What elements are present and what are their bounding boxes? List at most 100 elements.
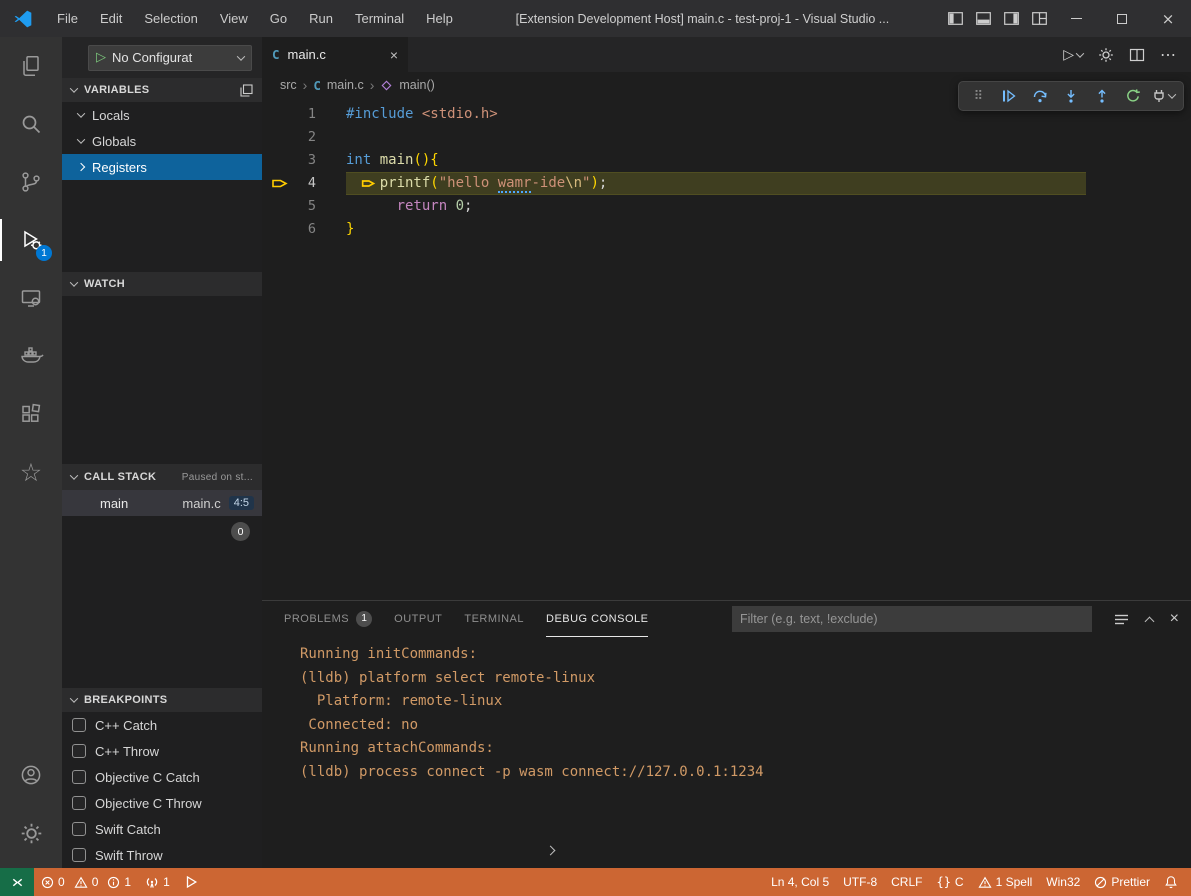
symbol-method-icon (380, 79, 393, 92)
menu-terminal[interactable]: Terminal (344, 0, 415, 37)
breakpoint-checkbox[interactable] (72, 744, 86, 758)
chevron-right-icon (77, 163, 85, 171)
breakpoints-section-header[interactable]: BREAKPOINTS (62, 688, 262, 712)
problems-indicator[interactable]: 0 0 1 (34, 868, 138, 896)
configure-button[interactable] (1098, 47, 1114, 63)
language-mode[interactable]: {} C (929, 868, 970, 896)
more-actions-button[interactable]: ⋯ (1160, 45, 1177, 65)
menu-bar: FileEditSelectionViewGoRunTerminalHelp (46, 0, 464, 37)
activity-favorites[interactable]: ☆ (0, 443, 62, 501)
menu-help[interactable]: Help (415, 0, 464, 37)
toggle-secondary-sidebar-icon[interactable] (997, 0, 1025, 37)
activity-run-and-debug[interactable]: 1 (0, 211, 62, 269)
close-panel-icon[interactable]: × (1170, 610, 1179, 628)
activity-explorer[interactable] (0, 37, 62, 95)
tab-close-icon[interactable]: × (390, 47, 398, 63)
variables-item-locals[interactable]: Locals (62, 102, 262, 128)
breakpoint-checkbox[interactable] (72, 796, 86, 810)
panel-tab-output[interactable]: OUTPUT (394, 601, 442, 637)
variables-item-registers[interactable]: Registers (62, 154, 262, 180)
breakpoint-row[interactable]: C++ Catch (62, 712, 262, 738)
breakpoint-label: Swift Throw (95, 848, 163, 863)
encoding-indicator[interactable]: UTF-8 (836, 868, 884, 896)
breadcrumb-symbol[interactable]: main() (399, 78, 434, 92)
call-stack-section-header[interactable]: CALL STACK Paused on st... (62, 464, 262, 490)
activity-source-control[interactable] (0, 153, 62, 211)
notifications-bell[interactable] (1157, 868, 1185, 896)
menu-run[interactable]: Run (298, 0, 344, 37)
remote-indicator[interactable] (0, 868, 34, 896)
breakpoint-checkbox[interactable] (72, 770, 86, 784)
activity-accounts[interactable] (0, 746, 62, 804)
formatter-status[interactable]: Prettier (1087, 868, 1157, 896)
collapse-all-icon[interactable] (240, 84, 253, 97)
ports-count: 1 (163, 875, 170, 889)
panel-tab-terminal[interactable]: TERMINAL (464, 601, 524, 637)
console-line: (lldb) platform select remote-linux (300, 667, 1191, 691)
variables-item-globals[interactable]: Globals (62, 128, 262, 154)
toggle-panel-icon[interactable] (969, 0, 997, 37)
code-area[interactable]: 1#include <stdio.h>23int main(){4 printf… (262, 98, 1191, 241)
breadcrumb-file[interactable]: main.c (327, 78, 364, 92)
breakpoint-checkbox[interactable] (72, 822, 86, 836)
breakpoint-row[interactable]: Swift Throw (62, 842, 262, 868)
chevron-down-icon (70, 278, 78, 286)
sidebar-run-and-debug: ▷ No Configurat VARIABLES Locals GlobalsR… (62, 37, 262, 868)
code-line-text: #include <stdio.h> (262, 103, 1191, 126)
activity-remote-explorer[interactable] (0, 269, 62, 327)
ports-indicator[interactable]: 1 (138, 868, 177, 896)
minimize-button[interactable] (1053, 0, 1099, 37)
call-stack-paused-hint: Paused on st... (182, 472, 253, 483)
breakpoint-row[interactable]: Objective C Catch (62, 764, 262, 790)
breakpoint-row[interactable]: C++ Throw (62, 738, 262, 764)
tab-main-c[interactable]: C main.c × (262, 37, 408, 72)
cursor-position[interactable]: Ln 4, Col 5 (764, 868, 836, 896)
watch-section-header[interactable]: WATCH (62, 272, 262, 296)
variables-section-header[interactable]: VARIABLES (62, 78, 262, 102)
breakpoint-row[interactable]: Objective C Throw (62, 790, 262, 816)
debug-status-item[interactable] (177, 868, 205, 896)
menu-go[interactable]: Go (259, 0, 298, 37)
debug-configuration-dropdown[interactable]: ▷ No Configurat (88, 45, 252, 71)
extensions-icon (19, 402, 43, 426)
console-prompt-icon[interactable] (540, 840, 560, 860)
start-debugging-icon[interactable]: ▷ (96, 50, 106, 65)
breakpoints-section-title: BREAKPOINTS (84, 694, 167, 706)
frame-function-name: main (100, 496, 128, 511)
customize-layout-icon[interactable] (1025, 0, 1053, 37)
output-actions-icon[interactable] (1114, 613, 1129, 626)
menu-selection[interactable]: Selection (133, 0, 208, 37)
variables-item-label: Locals (92, 108, 130, 123)
breadcrumb-folder[interactable]: src (280, 78, 297, 92)
call-stack-section-title: CALL STACK (84, 471, 156, 483)
activity-search[interactable] (0, 95, 62, 153)
panel-tab-debug-console[interactable]: DEBUG CONSOLE (546, 601, 648, 637)
call-stack-frame[interactable]: main main.c 4:5 (62, 490, 262, 516)
maximize-button[interactable] (1099, 0, 1145, 37)
menu-edit[interactable]: Edit (89, 0, 133, 37)
breakpoint-checkbox[interactable] (72, 848, 86, 862)
watch-content (62, 296, 262, 464)
panel-tab-problems[interactable]: PROBLEMS1 (284, 601, 372, 637)
platform-indicator[interactable]: Win32 (1039, 868, 1087, 896)
editor-tab-bar: C main.c × ▷ ⋯ (262, 37, 1191, 72)
activity-settings[interactable] (0, 804, 62, 862)
toggle-sidebar-icon[interactable] (941, 0, 969, 37)
spell-label: 1 Spell (996, 875, 1033, 889)
bottom-panel: PROBLEMS1OUTPUTTERMINALDEBUG CONSOLE × R… (262, 600, 1191, 868)
activity-docker[interactable] (0, 327, 62, 385)
maximize-panel-icon[interactable] (1144, 616, 1154, 626)
run-or-debug-button[interactable]: ▷ (1063, 47, 1083, 63)
line-number[interactable]: 2 (262, 126, 316, 149)
menu-file[interactable]: File (46, 0, 89, 37)
eol-indicator[interactable]: CRLF (884, 868, 929, 896)
close-button[interactable]: × (1145, 0, 1191, 37)
activity-extensions[interactable] (0, 385, 62, 443)
console-line: Connected: no (300, 714, 1191, 738)
split-editor-button[interactable] (1129, 47, 1145, 63)
breakpoint-checkbox[interactable] (72, 718, 86, 732)
console-filter-input[interactable] (732, 606, 1092, 632)
breakpoint-row[interactable]: Swift Catch (62, 816, 262, 842)
spell-checker-status[interactable]: 1 Spell (971, 868, 1040, 896)
menu-view[interactable]: View (209, 0, 259, 37)
